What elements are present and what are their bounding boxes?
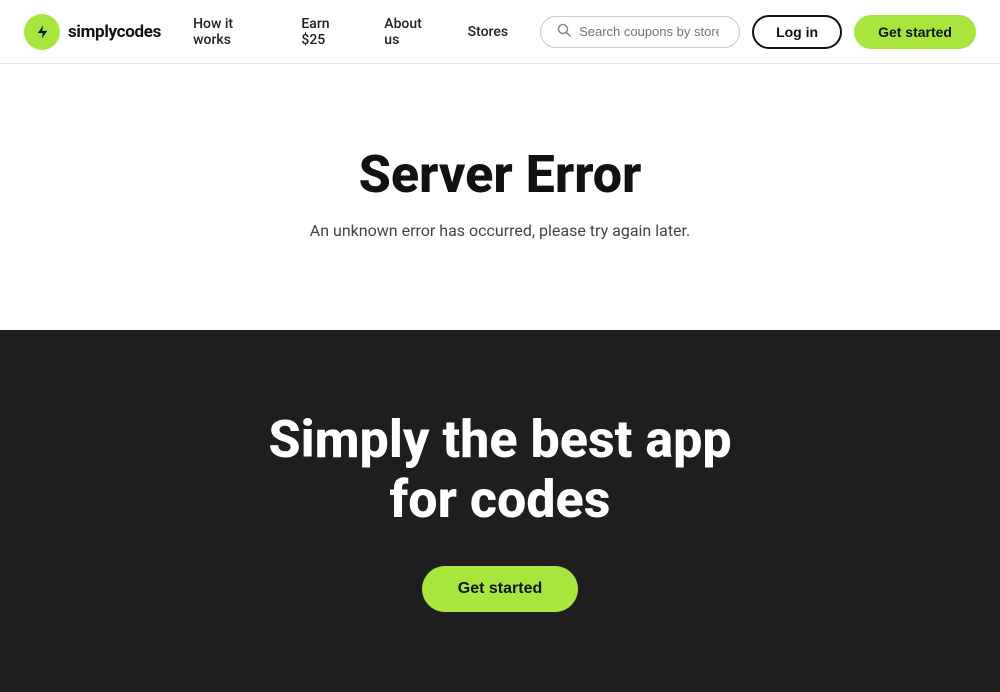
logo-text: simplycodes	[68, 22, 161, 42]
nav-earn[interactable]: Earn $25	[301, 16, 356, 48]
logo-icon	[24, 14, 60, 50]
search-input[interactable]	[579, 24, 719, 39]
get-started-promo-button[interactable]: Get started	[422, 566, 578, 612]
nav-right: Log in Get started	[540, 15, 976, 49]
promo-section: Simply the best app for codes Get starte…	[0, 330, 1000, 692]
nav-how-it-works[interactable]: How it works	[193, 16, 273, 48]
error-title: Server Error	[359, 144, 642, 205]
error-subtitle: An unknown error has occurred, please tr…	[310, 221, 690, 240]
navbar: simplycodes How it works Earn $25 About …	[0, 0, 1000, 64]
get-started-nav-button[interactable]: Get started	[854, 15, 976, 49]
nav-about[interactable]: About us	[384, 16, 439, 48]
error-section: Server Error An unknown error has occurr…	[0, 64, 1000, 330]
search-box	[540, 16, 740, 48]
promo-title: Simply the best app for codes	[268, 410, 731, 530]
login-button[interactable]: Log in	[752, 15, 842, 49]
nav-links: How it works Earn $25 About us Stores	[193, 16, 508, 48]
logo-link[interactable]: simplycodes	[24, 14, 161, 50]
search-icon	[557, 23, 571, 41]
nav-stores[interactable]: Stores	[468, 24, 508, 40]
promo-title-line1: Simply the best app	[268, 409, 731, 470]
promo-title-line2: for codes	[390, 469, 611, 530]
